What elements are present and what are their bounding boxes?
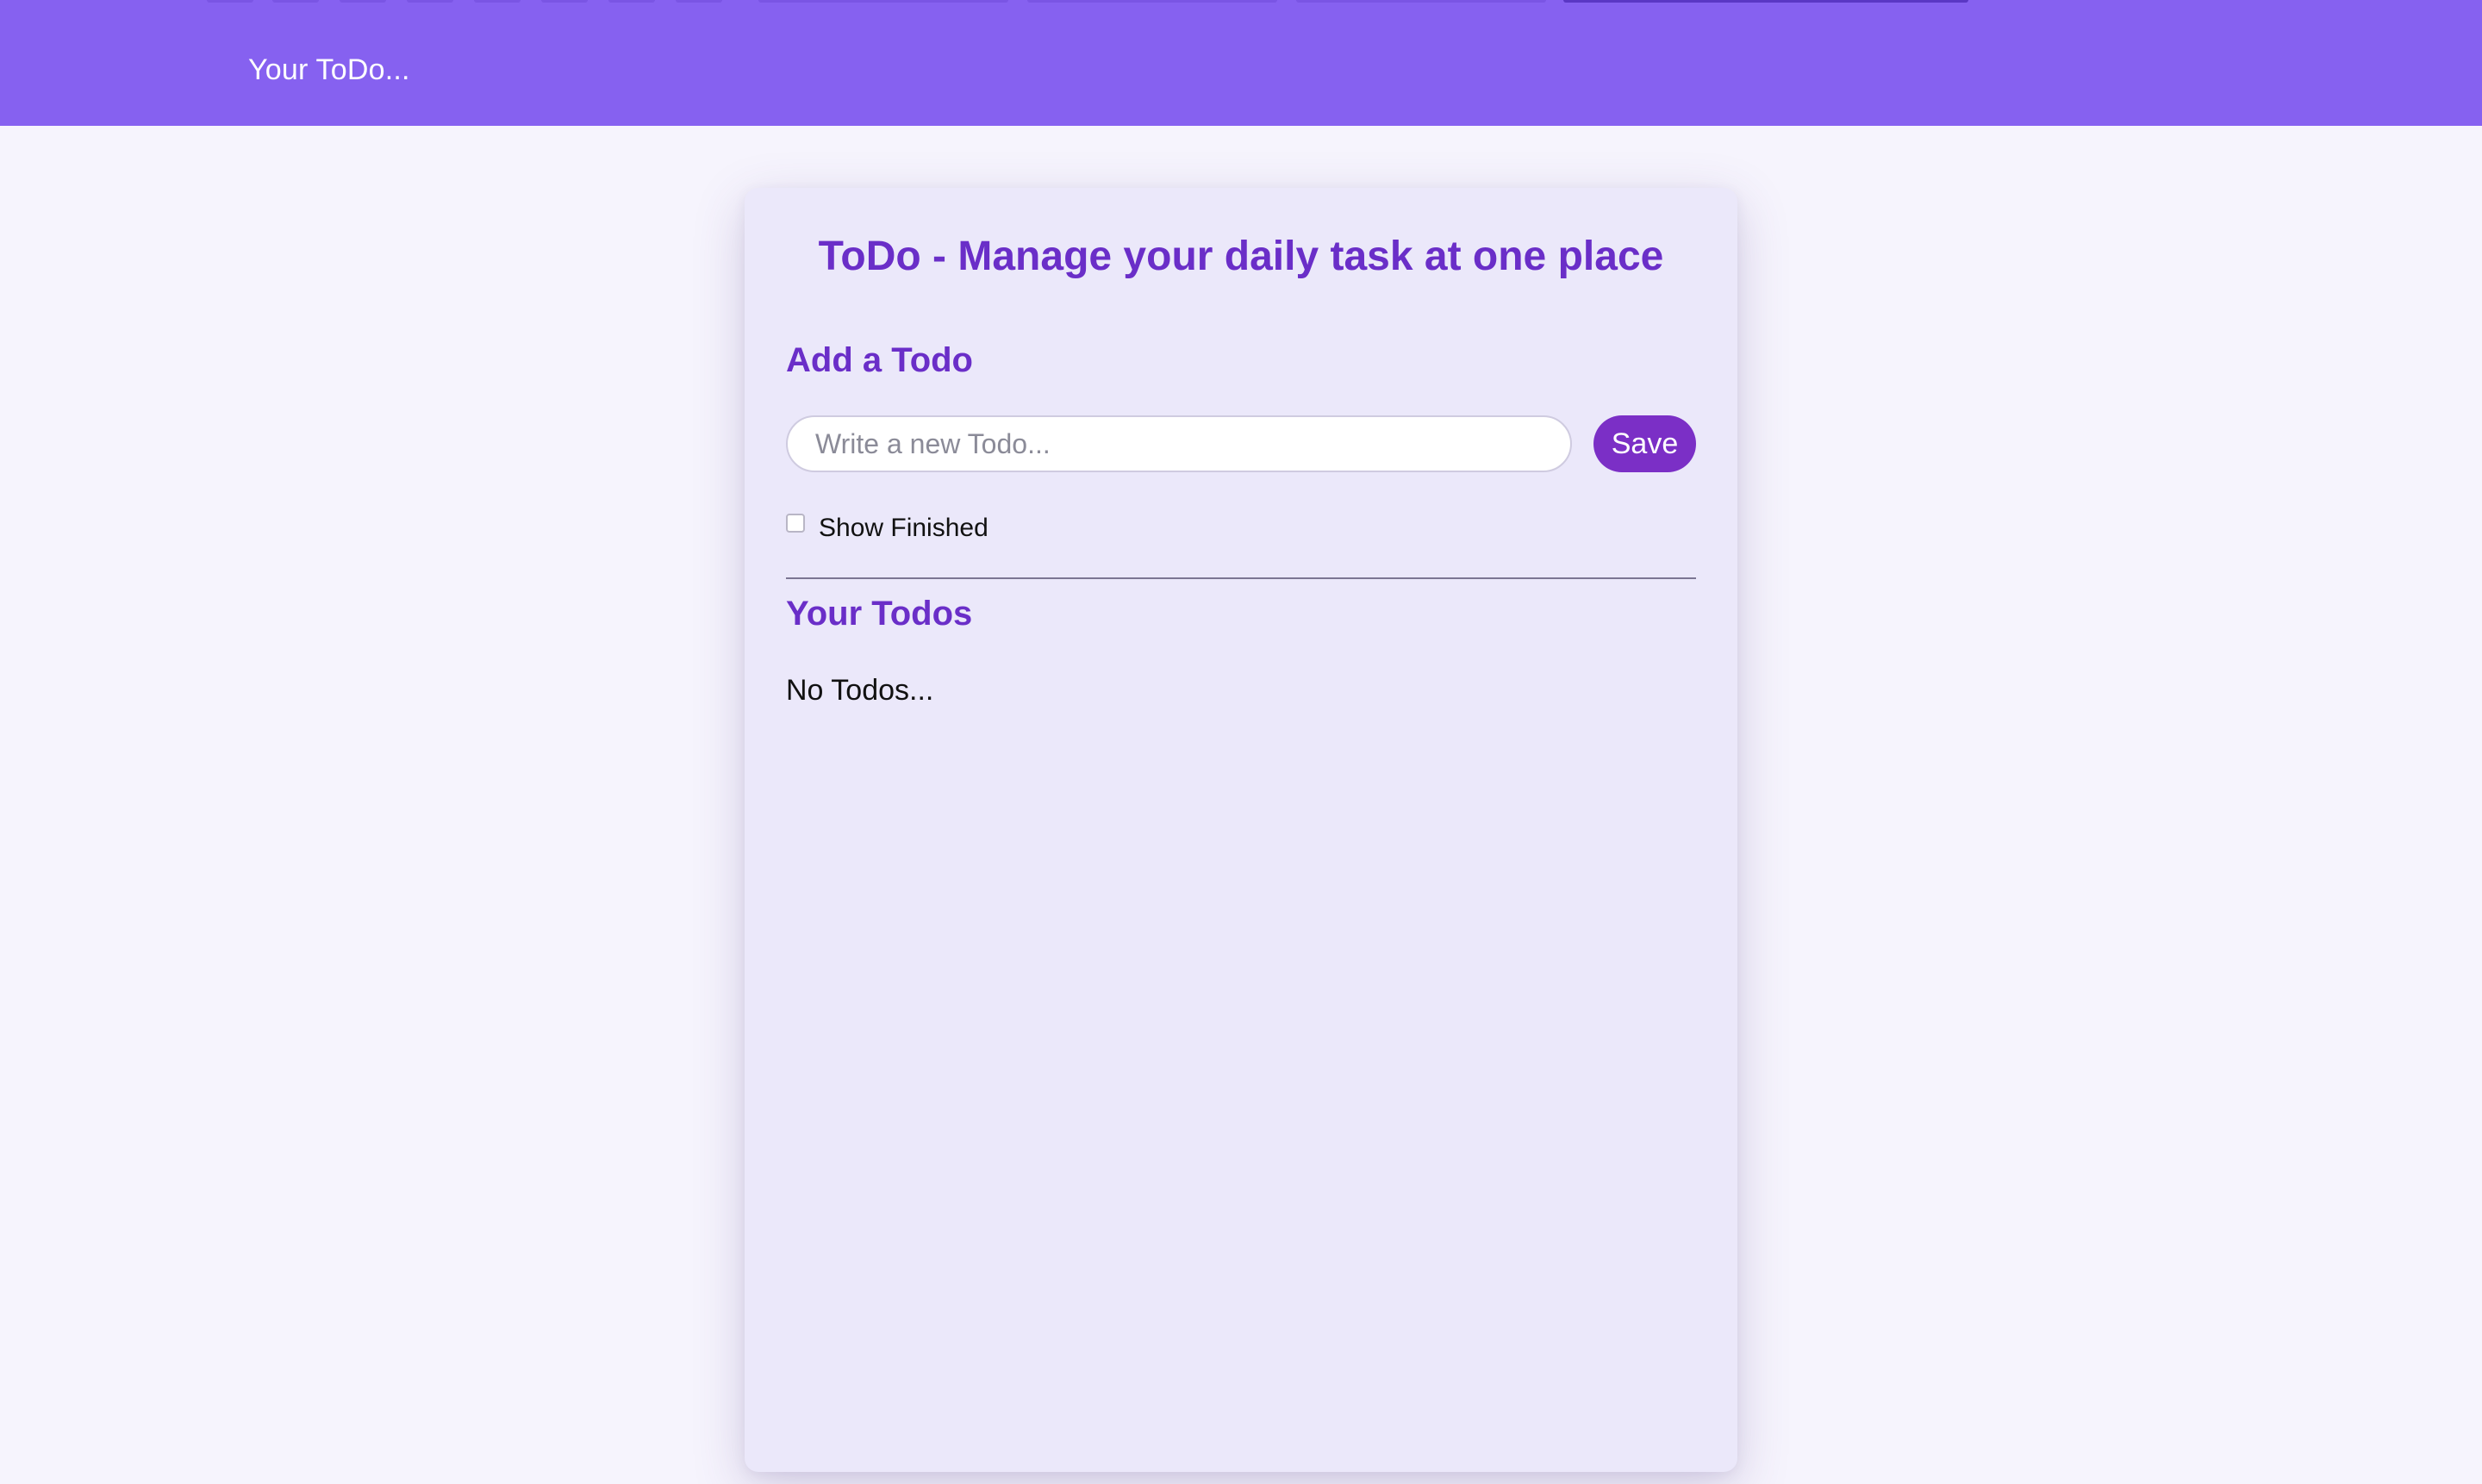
tab[interactable]: [676, 0, 722, 3]
tab-active[interactable]: [1563, 0, 1968, 3]
your-todos-heading: Your Todos: [786, 595, 973, 633]
browser-tab-strip: [0, 0, 2482, 3]
divider: [786, 577, 1696, 579]
empty-state-message: No Todos...: [786, 674, 934, 707]
page-title: ToDo - Manage your daily task at one pla…: [818, 234, 1664, 279]
tab[interactable]: [340, 0, 386, 3]
tab[interactable]: [1296, 0, 1546, 3]
todo-card: ToDo - Manage your daily task at one pla…: [745, 188, 1737, 1472]
add-todo-heading: Add a Todo: [786, 341, 973, 379]
show-finished-checkbox[interactable]: [786, 514, 805, 533]
tab[interactable]: [608, 0, 655, 3]
tab[interactable]: [1027, 0, 1277, 3]
tab[interactable]: [474, 0, 521, 3]
show-finished-label[interactable]: Show Finished: [819, 514, 988, 543]
tab[interactable]: [272, 0, 319, 3]
tab[interactable]: [407, 0, 453, 3]
show-finished-toggle[interactable]: Show Finished: [786, 514, 988, 543]
save-button[interactable]: Save: [1593, 415, 1696, 472]
tab[interactable]: [207, 0, 253, 3]
tab[interactable]: [541, 0, 588, 3]
tab[interactable]: [758, 0, 1008, 3]
brand-title[interactable]: Your ToDo...: [248, 53, 410, 87]
navbar: Your ToDo...: [0, 0, 2482, 126]
todo-input[interactable]: [786, 415, 1572, 472]
